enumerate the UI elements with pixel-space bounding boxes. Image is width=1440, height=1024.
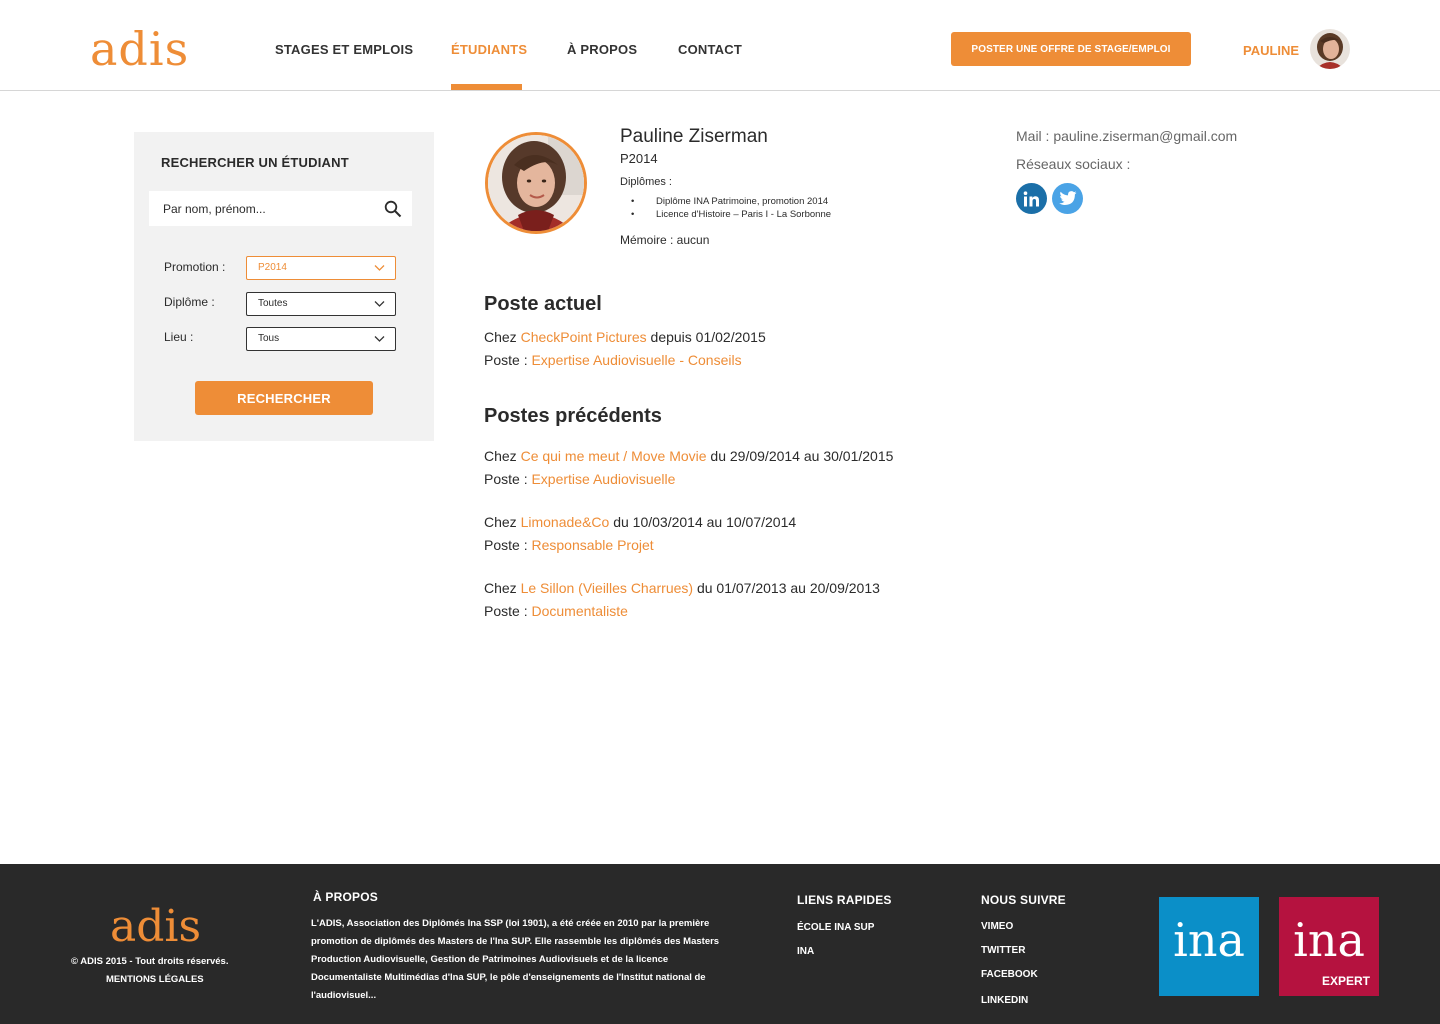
lieu-select[interactable]: Tous — [246, 327, 396, 351]
follow-us-title: NOUS SUIVRE — [981, 893, 1066, 907]
previous-job-company-line: Chez Ce qui me meut / Move Movie du 29/0… — [484, 448, 893, 464]
footer-link-twitter[interactable]: TWITTER — [981, 945, 1025, 956]
diplomes-label: Diplômes : — [620, 176, 672, 188]
diplome-label: Diplôme : — [164, 295, 215, 309]
poste-label: Poste : — [484, 603, 532, 619]
ina-logo-text: ina — [1173, 913, 1245, 967]
site-header: adis STAGES ET EMPLOIS ÉTUDIANTS À PROPO… — [0, 0, 1440, 91]
student-email[interactable]: Mail : pauline.ziserman@gmail.com — [1016, 128, 1237, 144]
ina-expert-logo-text: ina — [1293, 913, 1365, 967]
poste-label: Poste : — [484, 352, 532, 368]
adis-logo[interactable]: adis — [90, 22, 189, 76]
user-avatar[interactable] — [1310, 29, 1350, 69]
chevron-down-icon — [374, 336, 385, 342]
position-link[interactable]: Expertise Audiovisuelle - Conseils — [531, 352, 741, 368]
user-menu-name[interactable]: PAULINE — [1243, 43, 1299, 58]
ina-logo[interactable]: ina — [1159, 897, 1259, 996]
chez-label: Chez — [484, 514, 521, 530]
job-period: du 10/03/2014 au 10/07/2014 — [609, 514, 797, 530]
search-panel-title: RECHERCHER UN ÉTUDIANT — [161, 155, 349, 170]
promotion-select[interactable]: P2014 — [246, 256, 396, 280]
previous-job-company-line: Chez Limonade&Co du 10/03/2014 au 10/07/… — [484, 514, 796, 530]
ina-expert-logo[interactable]: ina EXPERT — [1279, 897, 1379, 996]
diplome-item: Licence d'Histoire – Paris I - La Sorbon… — [631, 208, 831, 221]
student-name: Pauline Ziserman — [620, 126, 768, 147]
footer-link-ina[interactable]: INA — [797, 946, 814, 957]
quick-links-title: LIENS RAPIDES — [797, 893, 892, 907]
previous-jobs-title: Postes précédents — [484, 405, 662, 427]
student-search-input[interactable] — [149, 191, 369, 226]
job-period: du 29/09/2014 au 30/01/2015 — [706, 448, 894, 464]
diplome-item: Diplôme INA Patrimoine, promotion 2014 — [631, 195, 831, 208]
lieu-value: Tous — [258, 333, 280, 344]
poste-label: Poste : — [484, 537, 532, 553]
promotion-value: P2014 — [258, 262, 287, 273]
footer-link-ecole-ina-sup[interactable]: ÉCOLE INA SUP — [797, 922, 874, 933]
social-networks-label: Réseaux sociaux : — [1016, 156, 1131, 172]
footer-adis-logo[interactable]: adis — [110, 902, 201, 952]
diplome-select[interactable]: Toutes — [246, 292, 396, 316]
current-job-position-line: Poste : Expertise Audiovisuelle - Consei… — [484, 352, 742, 368]
memoire-info: Mémoire : aucun — [620, 233, 710, 247]
job-period: du 01/07/2013 au 20/09/2013 — [693, 580, 880, 596]
active-nav-indicator — [451, 84, 522, 90]
search-field — [149, 191, 412, 226]
poste-label: Poste : — [484, 471, 532, 487]
site-footer: adis © ADIS 2015 - Tout droits réservés.… — [0, 864, 1440, 1024]
student-promotion: P2014 — [620, 151, 658, 166]
company-link[interactable]: Limonade&Co — [521, 514, 610, 530]
search-icon[interactable] — [384, 200, 402, 218]
chez-label: Chez — [484, 580, 521, 596]
chevron-down-icon — [374, 301, 385, 307]
footer-link-vimeo[interactable]: VIMEO — [981, 921, 1013, 932]
footer-link-linkedin[interactable]: LINKEDIN — [981, 995, 1028, 1006]
chevron-down-icon — [374, 265, 385, 271]
ina-expert-subtitle: EXPERT — [1321, 974, 1370, 988]
footer-link-facebook[interactable]: FACEBOOK — [981, 969, 1038, 980]
legal-notice-link[interactable]: MENTIONS LÉGALES — [106, 974, 204, 985]
search-submit-button[interactable]: RECHERCHER — [195, 381, 373, 415]
nav-stages-emplois[interactable]: STAGES ET EMPLOIS — [275, 42, 413, 57]
student-search-panel: RECHERCHER UN ÉTUDIANT Promotion : P2014… — [134, 132, 434, 441]
lieu-label: Lieu : — [164, 330, 194, 344]
company-link[interactable]: CheckPoint Pictures — [521, 329, 647, 345]
nav-contact[interactable]: CONTACT — [678, 42, 742, 57]
position-link[interactable]: Documentaliste — [531, 603, 628, 619]
post-offer-button[interactable]: POSTER UNE OFFRE DE STAGE/EMPLOI — [951, 32, 1191, 66]
previous-job-position-line: Poste : Documentaliste — [484, 603, 628, 619]
footer-about-title: À PROPOS — [313, 890, 378, 904]
chez-label: Chez — [484, 448, 521, 464]
linkedin-icon[interactable] — [1016, 183, 1047, 214]
chez-label: Chez — [484, 329, 521, 345]
company-link[interactable]: Ce qui me meut / Move Movie — [521, 448, 707, 464]
previous-job-position-line: Poste : Responsable Projet — [484, 537, 654, 553]
previous-job-position-line: Poste : Expertise Audiovisuelle — [484, 471, 675, 487]
company-link[interactable]: Le Sillon (Vieilles Charrues) — [521, 580, 693, 596]
nav-a-propos[interactable]: À PROPOS — [567, 42, 637, 57]
position-link[interactable]: Responsable Projet — [531, 537, 653, 553]
previous-job-company-line: Chez Le Sillon (Vieilles Charrues) du 01… — [484, 580, 880, 596]
diplomes-list: Diplôme INA Patrimoine, promotion 2014 L… — [631, 195, 831, 221]
footer-copyright: © ADIS 2015 - Tout droits réservés. — [71, 956, 229, 967]
current-job-title: Poste actuel — [484, 293, 602, 315]
footer-about-text: L'ADIS, Association des Diplômés Ina SSP… — [311, 918, 720, 1001]
diplome-value: Toutes — [258, 298, 288, 309]
position-link[interactable]: Expertise Audiovisuelle — [531, 471, 675, 487]
promotion-label: Promotion : — [164, 260, 226, 274]
profile-photo — [485, 132, 587, 234]
twitter-icon[interactable] — [1052, 183, 1083, 214]
job-period: depuis 01/02/2015 — [646, 329, 766, 345]
current-job-company-line: Chez CheckPoint Pictures depuis 01/02/20… — [484, 329, 766, 345]
nav-etudiants[interactable]: ÉTUDIANTS — [451, 42, 527, 57]
